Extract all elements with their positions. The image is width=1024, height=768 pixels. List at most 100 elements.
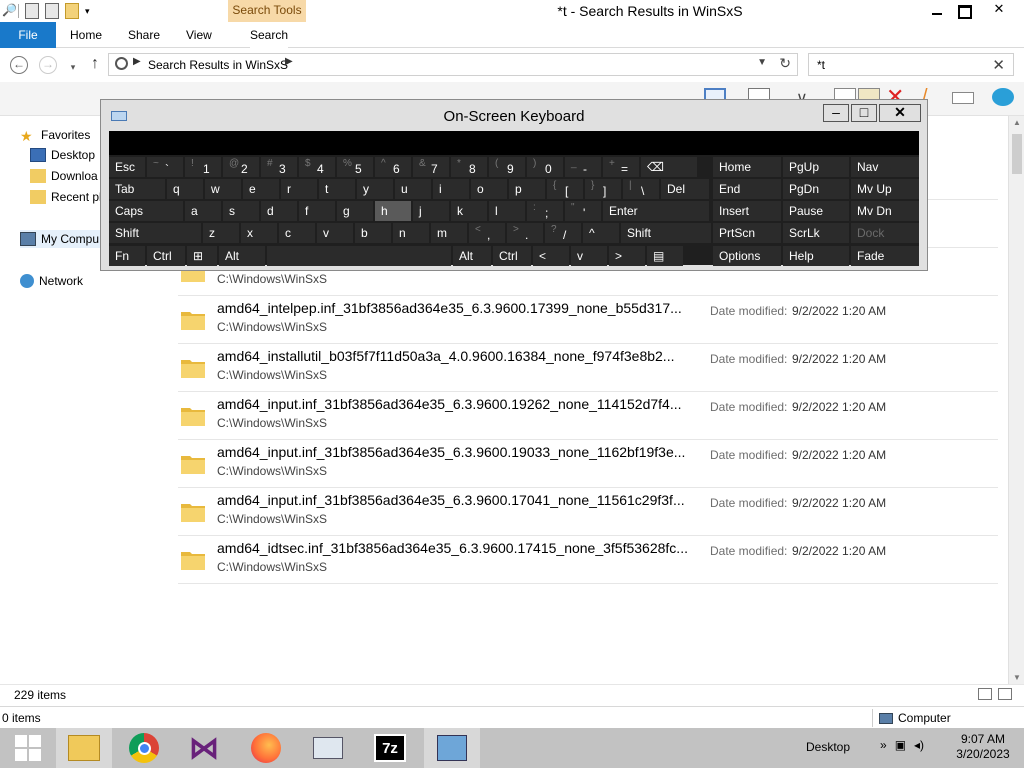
key-f[interactable]: f [299,201,335,221]
taskbar-visual-studio[interactable]: ⋈ [176,728,232,768]
key-g[interactable]: g [337,201,373,221]
network-status-icon[interactable]: ▣ [895,738,906,752]
start-button[interactable] [0,728,56,768]
osk-close-button[interactable]: ✕ [879,104,921,122]
key-2[interactable]: @2 [223,157,259,177]
tab-home[interactable]: Home [70,22,102,48]
osk-minimize-button[interactable]: ‒ [823,104,849,122]
key-menu[interactable]: ▤ [647,246,683,266]
address-bar[interactable]: ▶ Search Results in WinSxS ▶ ▼ ↻ [108,53,798,76]
key-'[interactable]: " ' [565,201,601,221]
nav-desktop[interactable]: Desktop [30,146,95,164]
key-space[interactable] [267,246,451,266]
new-folder-icon[interactable] [65,3,79,19]
vertical-scrollbar[interactable]: ▲ ▼ [1008,116,1024,684]
close-button[interactable]: ✕ [976,0,1022,20]
nav-favorites[interactable]: ★ Favorites [20,126,90,144]
details-view-icon[interactable] [978,688,992,700]
scroll-down-icon[interactable]: ▼ [1013,673,1021,682]
key-ctrl-left[interactable]: Ctrl [147,246,185,266]
result-name[interactable]: amd64_input.inf_31bf3856ad364e35_6.3.960… [217,396,697,412]
key-shift-left[interactable]: Shift [109,223,201,243]
result-name[interactable]: amd64_input.inf_31bf3856ad364e35_6.3.960… [217,444,697,460]
clear-search-icon[interactable]: ✕ [992,56,1005,74]
tab-file[interactable]: File [0,22,56,48]
taskbar-network-app[interactable] [424,728,480,768]
key-arrow-right[interactable]: > [609,246,645,266]
qat-dropdown-icon[interactable]: ▾ [85,6,90,17]
key-y[interactable]: y [357,179,393,199]
key-\[interactable]: | \ [623,179,659,199]
key-4[interactable]: $4 [299,157,335,177]
search-tools-contextual-tab[interactable]: Search Tools [228,0,306,22]
refresh-icon[interactable]: ↻ [779,55,791,72]
volume-icon[interactable]: ◂) [914,738,924,752]
key-ctrl-right[interactable]: Ctrl [493,246,531,266]
key-=[interactable]: + = [603,157,639,177]
chevron-right-icon[interactable]: ▶ [133,56,141,67]
key-alt-right[interactable]: Alt [453,246,491,266]
key-arrow-left[interactable]: < [533,246,569,266]
key-shift-right[interactable]: Shift [621,223,711,243]
key-j[interactable]: j [413,201,449,221]
key-insert[interactable]: Insert [713,201,781,221]
address-dropdown-icon[interactable]: ▼ [757,57,767,68]
result-row[interactable]: amd64_intelpep.inf_31bf3856ad364e35_6.3.… [178,296,998,344]
key-w[interactable]: w [205,179,241,199]
key-pgdn[interactable]: PgDn [783,179,849,199]
taskbar-firefox[interactable] [238,728,294,768]
key-6[interactable]: ^ 6 [375,157,411,177]
key-fn[interactable]: Fn [109,246,145,266]
key-1[interactable]: ! 1 [185,157,221,177]
tab-search[interactable]: Search [250,22,289,48]
clock[interactable]: 9:07 AM 3/20/2023 [948,732,1018,762]
key-fade[interactable]: Fade [851,246,919,266]
back-button[interactable]: ← [10,56,28,74]
key-prtscn[interactable]: PrtScn [713,223,781,243]
key--[interactable]: _ - [565,157,601,177]
key-pgup[interactable]: PgUp [783,157,849,177]
new-document-icon[interactable] [25,3,39,19]
key-b[interactable]: b [355,223,391,243]
key-windows[interactable]: ⊞ [187,246,217,266]
key-arrow-down[interactable]: v [571,246,607,266]
result-row[interactable]: amd64_input.inf_31bf3856ad364e35_6.3.960… [178,392,998,440]
properties-sheet-icon[interactable] [45,3,59,19]
result-row[interactable]: amd64_input.inf_31bf3856ad364e35_6.3.960… [178,488,998,536]
key-t[interactable]: t [319,179,355,199]
key-alt-left[interactable]: Alt [219,246,265,266]
search-input-value[interactable]: *t [817,58,825,72]
result-name[interactable]: amd64_installutil_b03f5f7f11d50a3a_4.0.9… [217,348,697,364]
key-3[interactable]: #3 [261,157,297,177]
key-/[interactable]: ? / [545,223,581,243]
key-x[interactable]: x [241,223,277,243]
result-row[interactable]: amd64_installutil_b03f5f7f11d50a3a_4.0.9… [178,344,998,392]
key-scrlk[interactable]: ScrLk [783,223,849,243]
key-m[interactable]: m [431,223,467,243]
key-k[interactable]: k [451,201,487,221]
key-help[interactable]: Help [783,246,849,266]
key-`[interactable]: ~ ` [147,157,183,177]
properties-icon[interactable] [952,92,974,104]
key-p[interactable]: p [509,179,545,199]
key-5[interactable]: % 5 [337,157,373,177]
key-enter[interactable]: Enter [603,201,709,221]
key-][interactable]: }] [585,179,621,199]
nav-recent-places[interactable]: Recent pl [30,188,102,206]
desktop-toolbar-label[interactable]: Desktop [806,740,850,754]
osk-title-bar[interactable]: On-Screen Keyboard ‒ □ ✕ [101,100,927,130]
key-del[interactable]: Del [661,179,709,199]
key-i[interactable]: i [433,179,469,199]
key-mv-up[interactable]: Mv Up [851,179,919,199]
key-;[interactable]: :; [527,201,563,221]
chevron-right-icon[interactable]: » [880,738,887,752]
taskbar-7zip[interactable]: 7z [362,728,418,768]
key-7[interactable]: & 7 [413,157,449,177]
result-name[interactable]: amd64_idtsec.inf_31bf3856ad364e35_6.3.96… [217,540,697,556]
help-globe-icon[interactable] [992,88,1014,106]
key-options[interactable]: Options [713,246,781,266]
result-name[interactable]: amd64_input.inf_31bf3856ad364e35_6.3.960… [217,492,697,508]
key-backspace[interactable]: ⌫ [641,157,697,177]
key-9[interactable]: (9 [489,157,525,177]
key-h[interactable]: h [375,201,411,221]
